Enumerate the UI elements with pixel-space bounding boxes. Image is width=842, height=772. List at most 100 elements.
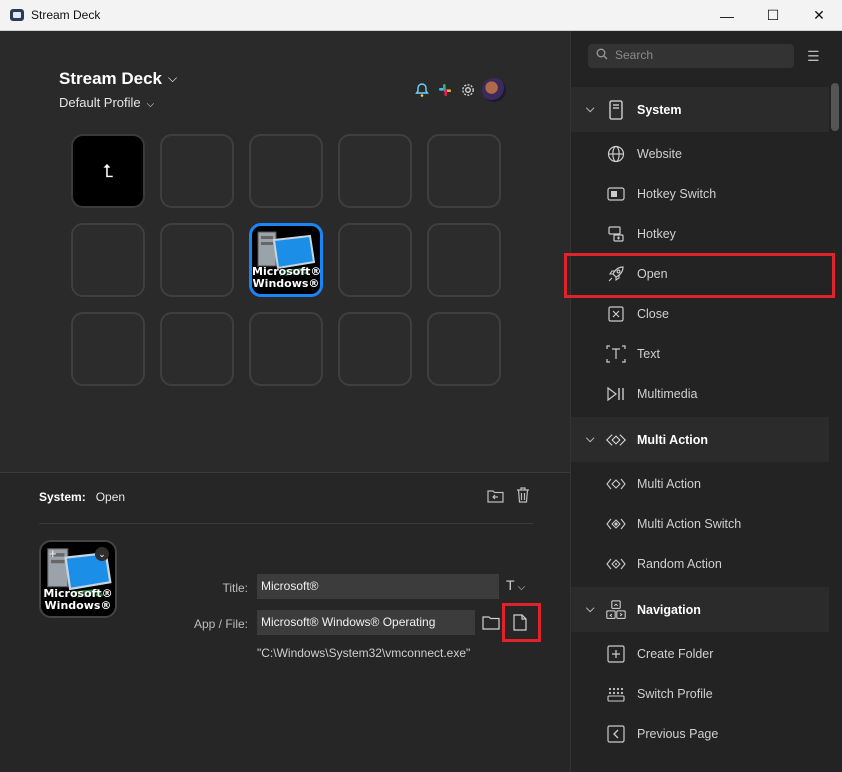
multi-action-icon [606, 432, 626, 448]
section-label: System [637, 102, 682, 117]
plus-icon[interactable]: + [49, 546, 57, 561]
close-window-button[interactable]: ✕ [796, 0, 842, 31]
globe-icon [606, 145, 626, 163]
action-hotkey[interactable]: Hotkey [571, 214, 829, 254]
close-box-icon [606, 306, 626, 322]
empty-key[interactable] [338, 134, 412, 208]
title-label: Title: [222, 581, 248, 595]
search-icon [596, 48, 608, 63]
empty-key[interactable] [338, 312, 412, 386]
action-label: Multimedia [637, 387, 698, 401]
empty-key[interactable] [160, 223, 234, 297]
text-format-icon[interactable]: T ⌵ [506, 577, 525, 593]
empty-key[interactable] [427, 223, 501, 297]
title-input[interactable]: Microsoft® [257, 574, 499, 599]
action-label: Switch Profile [637, 687, 713, 701]
stream-deck-app-icon [10, 9, 24, 21]
window-title: Stream Deck [31, 8, 101, 22]
empty-key[interactable] [71, 312, 145, 386]
computer-icon: Microsoft® Windows® [252, 226, 320, 294]
action-multi-action[interactable]: Multi Action [571, 464, 829, 504]
avatar[interactable] [482, 78, 506, 102]
multi-action-icon [606, 478, 626, 490]
switch-profile-icon [606, 686, 626, 702]
folder-back-icon[interactable] [486, 486, 504, 504]
chevron-down-icon: ⌵ [586, 433, 595, 445]
action-label: Previous Page [637, 727, 719, 741]
maximize-button[interactable]: ☐ [750, 0, 796, 31]
divider [39, 523, 533, 524]
folder-icon [482, 616, 500, 630]
minimize-button[interactable]: — [704, 0, 750, 31]
device-selector[interactable]: Stream Deck ⌵ [59, 69, 177, 89]
action-hotkey-switch[interactable]: Hotkey Switch [571, 174, 829, 214]
play-pause-icon [606, 386, 626, 402]
empty-key[interactable] [249, 134, 323, 208]
empty-key[interactable] [427, 134, 501, 208]
highlight-box-file-button [502, 603, 541, 642]
action-switch-profile[interactable]: Switch Profile [571, 674, 829, 714]
section-navigation[interactable]: ⌵ Navigation [571, 587, 829, 632]
main-panel: Stream Deck ⌵ Default Profile ⌵ ⮤ Micros… [0, 31, 570, 772]
section-multi-action[interactable]: ⌵ Multi Action [571, 417, 829, 462]
random-action-icon [606, 558, 626, 570]
action-website[interactable]: Website [571, 134, 829, 174]
action-category: System: [39, 490, 86, 504]
empty-key[interactable] [160, 134, 234, 208]
chevron-down-icon[interactable]: ⌄ [95, 547, 109, 561]
browse-folder-button[interactable] [479, 610, 503, 635]
header-tools [413, 78, 506, 102]
action-heading: System: Open [39, 490, 125, 504]
scrollbar[interactable] [831, 83, 839, 131]
profile-selector[interactable]: Default Profile ⌵ [59, 95, 154, 110]
action-name: Open [95, 490, 126, 504]
action-label: Text [637, 347, 660, 361]
file-path: "C:\Windows\System32\vmconnect.exe" [257, 646, 471, 660]
actions-sidebar: Search ☰ ⌵ System Website Hotkey Switch … [564, 31, 842, 772]
hotkey-switch-icon [606, 187, 626, 201]
system-icon [606, 99, 626, 120]
action-label: Multi Action Switch [637, 517, 742, 531]
action-label: Website [637, 147, 682, 161]
action-create-folder[interactable]: Create Folder [571, 634, 829, 674]
action-label: Close [637, 307, 669, 321]
key-grid: ⮤ Microsoft® Windows® [71, 134, 501, 386]
app-file-input[interactable]: Microsoft® Windows® Operating [257, 610, 475, 635]
chevron-down-icon: ⌵ [586, 103, 595, 115]
action-random-action[interactable]: Random Action [571, 544, 829, 584]
empty-key[interactable] [160, 312, 234, 386]
empty-key[interactable] [71, 223, 145, 297]
trash-icon[interactable] [514, 486, 532, 504]
key-caption-line2: Windows® [252, 277, 320, 290]
section-system[interactable]: ⌵ System [571, 87, 829, 132]
action-label: Create Folder [637, 647, 714, 661]
section-label: Navigation [637, 602, 701, 617]
empty-key[interactable] [427, 312, 501, 386]
chevron-down-icon: ⌵ [586, 603, 595, 615]
back-key[interactable]: ⮤ [71, 134, 145, 208]
device-name: Stream Deck [59, 69, 163, 88]
list-view-icon[interactable]: ☰ [807, 48, 820, 65]
bell-icon[interactable] [413, 81, 431, 99]
properties-panel: System: Open + ⌄ Microsoft® Windows® Tit… [0, 472, 570, 772]
action-multimedia[interactable]: Multimedia [571, 374, 829, 414]
profile-name: Default Profile [59, 95, 141, 110]
action-multi-action-switch[interactable]: Multi Action Switch [571, 504, 829, 544]
empty-key[interactable] [338, 223, 412, 297]
selected-key-windows[interactable]: Microsoft® Windows® [249, 223, 323, 297]
gear-icon[interactable] [459, 81, 477, 99]
create-folder-icon [606, 645, 626, 663]
text-icon [606, 345, 626, 363]
action-previous-page[interactable]: Previous Page [571, 714, 829, 754]
app-file-label: App / File: [193, 617, 248, 631]
action-label: Hotkey Switch [637, 187, 717, 201]
search-input[interactable]: Search [588, 44, 794, 68]
chevron-down-icon: ⌵ [146, 99, 155, 110]
action-close[interactable]: Close [571, 294, 829, 334]
empty-key[interactable] [249, 312, 323, 386]
slack-icon[interactable] [436, 81, 454, 99]
key-preview[interactable]: + ⌄ Microsoft® Windows® [39, 540, 117, 618]
action-label: Random Action [637, 557, 722, 571]
action-text[interactable]: Text [571, 334, 829, 374]
section-label: Multi Action [637, 432, 709, 447]
